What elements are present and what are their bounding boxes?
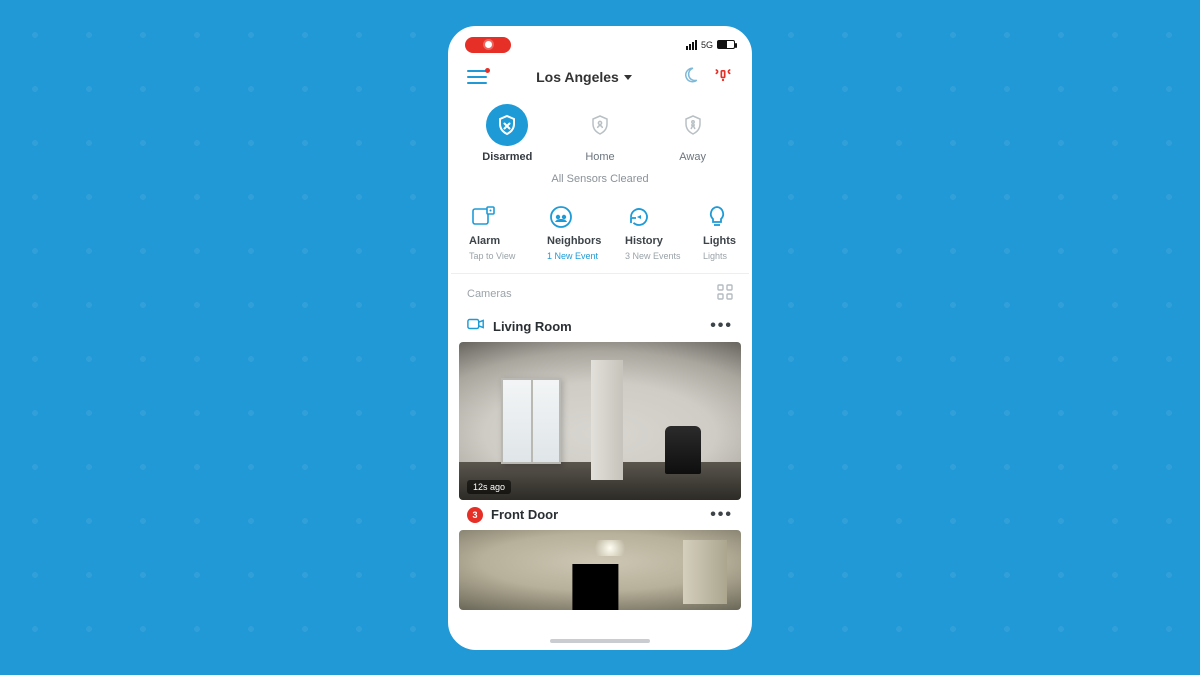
mode-label: Disarmed (482, 151, 532, 163)
alarm-icon (469, 203, 497, 231)
history-icon (625, 203, 653, 231)
lightbulb-icon (703, 203, 731, 231)
tile-subtitle: Lights (703, 251, 749, 261)
location-label: Los Angeles (536, 69, 619, 85)
mode-disarmed[interactable]: Disarmed (467, 104, 547, 163)
tile-title: Lights (703, 235, 749, 247)
camera-header-living-room[interactable]: Living Room ••• (451, 311, 749, 342)
arm-modes: Disarmed Home Away (451, 100, 749, 165)
chevron-down-icon (624, 75, 632, 80)
status-bar: 5G (451, 29, 749, 57)
tile-title: History (625, 235, 703, 247)
siren-alert-icon[interactable] (713, 65, 733, 90)
shield-home-icon (579, 104, 621, 146)
camera-name: Front Door (491, 507, 558, 522)
mode-home[interactable]: Home (560, 104, 640, 163)
tile-lights[interactable]: Lights Lights (703, 203, 749, 261)
mode-label: Home (585, 151, 614, 163)
shield-disarmed-icon (486, 104, 528, 146)
camera-feed-living-room[interactable]: 12s ago (459, 342, 741, 500)
tile-alarm[interactable]: Alarm Tap to View (469, 203, 547, 261)
tile-neighbors[interactable]: Neighbors 1 New Event (547, 203, 625, 261)
recording-pill (465, 37, 511, 53)
camera-icon (467, 317, 485, 336)
record-dot-icon (485, 41, 492, 48)
camera-more-button[interactable]: ••• (710, 317, 733, 335)
night-mode-icon[interactable] (681, 66, 699, 89)
app-header: Los Angeles (451, 57, 749, 100)
cameras-section-header: Cameras (451, 274, 749, 311)
camera-name: Living Room (493, 319, 572, 334)
tile-subtitle: 1 New Event (547, 251, 625, 261)
phone-frame: 5G Los Angeles (448, 26, 752, 650)
battery-icon (717, 40, 735, 49)
menu-button[interactable] (467, 70, 487, 84)
section-title: Cameras (467, 288, 512, 300)
camera-feed-front-door[interactable] (459, 530, 741, 610)
tile-history[interactable]: History 3 New Events (625, 203, 703, 261)
camera-header-front-door[interactable]: 3 Front Door ••• (451, 500, 749, 530)
feed-timestamp: 12s ago (467, 480, 511, 494)
signal-icon (686, 40, 697, 50)
mode-label: Away (679, 151, 706, 163)
tile-subtitle: Tap to View (469, 251, 547, 261)
notification-dot-icon (485, 68, 490, 73)
network-label: 5G (701, 40, 713, 50)
camera-more-button[interactable]: ••• (710, 506, 733, 524)
mode-away[interactable]: Away (653, 104, 733, 163)
event-count-badge: 3 (467, 507, 483, 523)
neighbors-icon (547, 203, 575, 231)
quick-tiles: Alarm Tap to View Neighbors 1 New Event (451, 199, 749, 274)
sensor-status: All Sensors Cleared (451, 165, 749, 199)
location-dropdown[interactable]: Los Angeles (536, 69, 632, 85)
tile-title: Neighbors (547, 235, 625, 247)
tile-subtitle: 3 New Events (625, 251, 703, 261)
tile-title: Alarm (469, 235, 547, 247)
home-indicator (550, 639, 650, 643)
shield-away-icon (672, 104, 714, 146)
grid-view-toggle[interactable] (717, 284, 733, 305)
